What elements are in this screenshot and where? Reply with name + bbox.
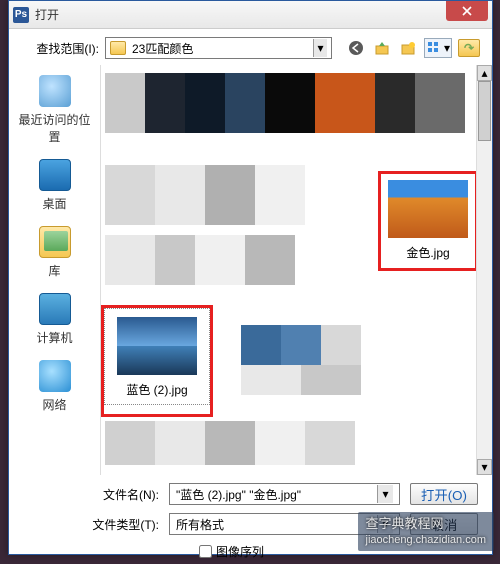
file-item-blue[interactable]: 蓝色 (2).jpg — [101, 305, 213, 417]
lookin-row: 查找范围(I): 23匹配颜色 ▾ ▾ ↷ — [9, 29, 492, 65]
app-icon: Ps — [13, 7, 29, 23]
jump-button[interactable]: ↷ — [458, 39, 480, 57]
scrollbar-thumb[interactable] — [478, 81, 491, 141]
filetype-label: 文件类型(T): — [89, 516, 159, 533]
places-sidebar: 最近访问的位置 桌面 库 计算机 网络 — [9, 65, 101, 475]
open-button[interactable]: 打开(O) — [410, 483, 478, 505]
thumbnail-gold — [388, 180, 468, 238]
file-pane[interactable]: 金色.jpg 蓝色 (2).jpg ▴ ▾ — [101, 65, 492, 475]
network-icon — [39, 360, 71, 392]
filename-combo[interactable]: "蓝色 (2).jpg" "金色.jpg" ▾ — [169, 483, 400, 505]
close-icon — [462, 6, 472, 16]
image-sequence-checkbox[interactable] — [199, 545, 212, 558]
sidebar-item-desktop[interactable]: 桌面 — [9, 153, 100, 220]
open-file-dialog: Ps 打开 查找范围(I): 23匹配颜色 ▾ ▾ ↷ 最近访问的位置 桌面 库… — [8, 0, 493, 555]
scroll-up-button[interactable]: ▴ — [477, 65, 492, 81]
titlebar[interactable]: Ps 打开 — [9, 1, 492, 29]
scroll-down-button[interactable]: ▾ — [477, 459, 492, 475]
nav-icons: ▾ — [346, 38, 452, 58]
folder-icon — [110, 41, 126, 55]
desktop-icon — [39, 159, 71, 191]
sidebar-item-recent[interactable]: 最近访问的位置 — [9, 69, 100, 153]
lookin-combo[interactable]: 23匹配颜色 ▾ — [105, 37, 332, 59]
dropdown-arrow[interactable]: ▾ — [377, 485, 393, 503]
computer-icon — [39, 293, 71, 325]
new-folder-button[interactable] — [398, 38, 418, 58]
file-item-gold[interactable]: 金色.jpg — [378, 171, 478, 271]
lookin-folder: 23匹配颜色 — [132, 40, 313, 57]
vertical-scrollbar[interactable]: ▴ ▾ — [476, 65, 492, 475]
back-button[interactable] — [346, 38, 366, 58]
close-button[interactable] — [446, 1, 488, 21]
sidebar-item-library[interactable]: 库 — [9, 220, 100, 287]
dropdown-arrow[interactable]: ▾ — [313, 39, 327, 57]
watermark: 查字典教程网 jiaocheng.chazidian.com — [358, 512, 494, 551]
dialog-body: 最近访问的位置 桌面 库 计算机 网络 — [9, 65, 492, 475]
file-caption: 金色.jpg — [381, 242, 475, 265]
image-sequence-label: 图像序列 — [216, 543, 264, 560]
sidebar-item-computer[interactable]: 计算机 — [9, 287, 100, 354]
filetype-value: 所有格式 — [176, 516, 224, 533]
thumbnail-blue — [117, 317, 197, 375]
library-icon — [39, 226, 71, 258]
lookin-label: 查找范围(I): — [29, 40, 99, 57]
view-menu-button[interactable]: ▾ — [424, 38, 452, 58]
filename-label: 文件名(N): — [89, 486, 159, 503]
window-title: 打开 — [35, 6, 446, 23]
file-caption: 蓝色 (2).jpg — [107, 379, 207, 402]
filename-value: "蓝色 (2).jpg" "金色.jpg" — [176, 486, 301, 503]
sidebar-item-network[interactable]: 网络 — [9, 354, 100, 421]
recent-icon — [39, 75, 71, 107]
up-button[interactable] — [372, 38, 392, 58]
